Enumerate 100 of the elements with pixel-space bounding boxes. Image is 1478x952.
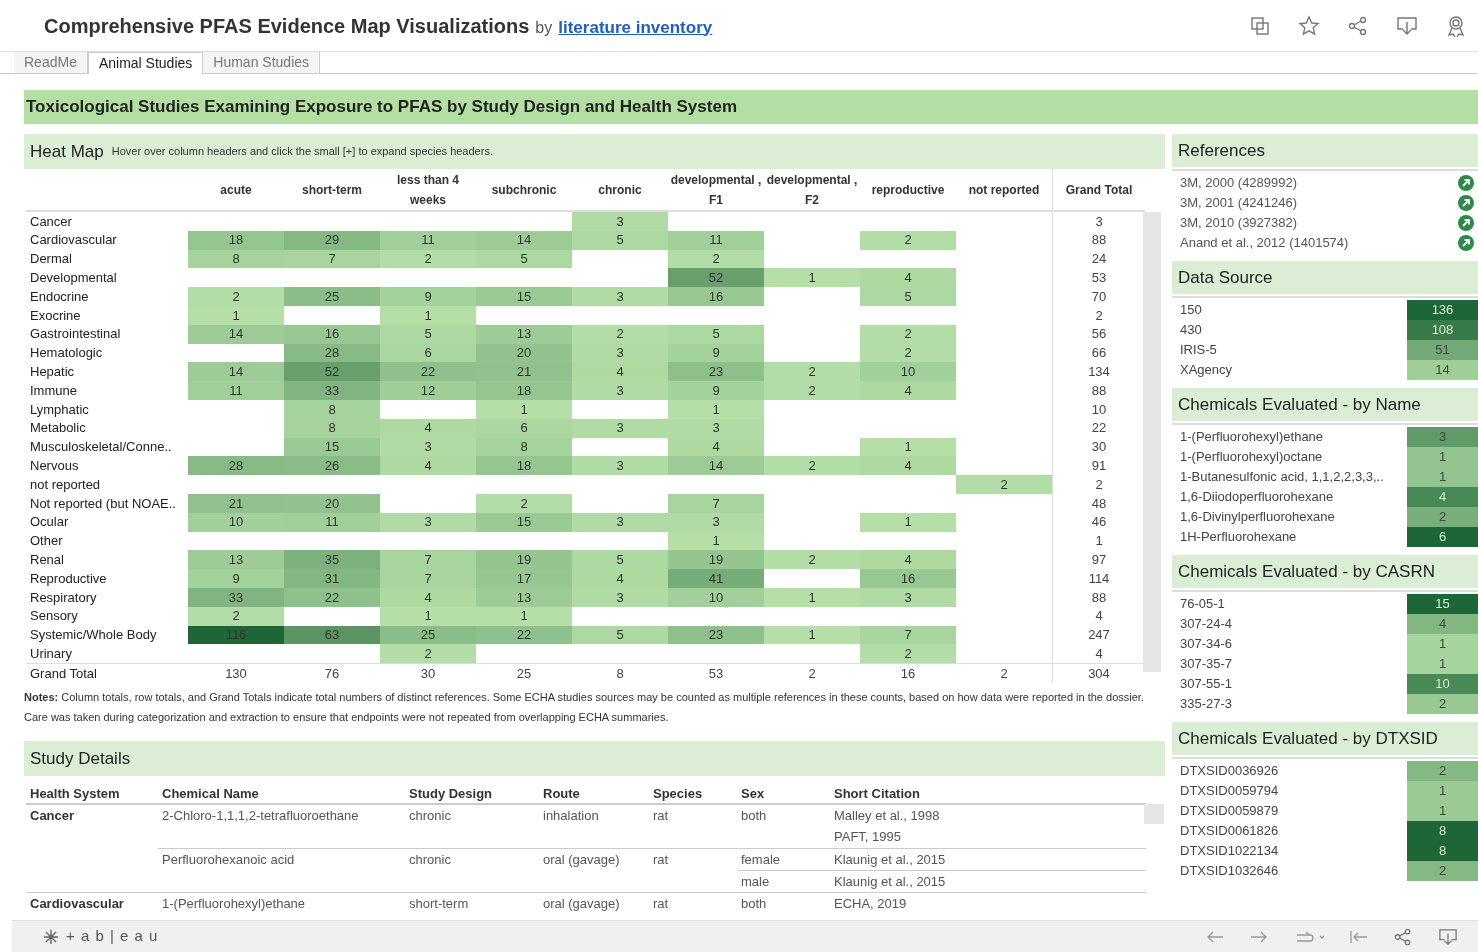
- list-item[interactable]: DTXSID1032646: [1180, 861, 1279, 881]
- list-item[interactable]: 1,6-Divinylperfluorohexane: [1180, 507, 1335, 527]
- star-icon[interactable]: [1298, 14, 1320, 37]
- heat-cell: 1: [860, 512, 956, 532]
- download-icon[interactable]: [1438, 927, 1458, 946]
- share-icon[interactable]: [1348, 15, 1368, 36]
- list-item[interactable]: IRIS-5: [1180, 340, 1217, 360]
- section-title: Study Details: [30, 747, 131, 770]
- heat-cell: 52: [284, 362, 380, 382]
- column-header[interactable]: developmental , F2: [764, 169, 860, 210]
- external-link-icon[interactable]: [1458, 215, 1474, 231]
- reference-link[interactable]: 3M, 2010 (3927382): [1180, 213, 1298, 233]
- undo-icon[interactable]: [1206, 929, 1224, 944]
- table-cell-text: oral (gavage): [543, 850, 620, 869]
- row-label: Other: [29, 532, 64, 551]
- copy-icon[interactable]: [1250, 15, 1270, 36]
- row-label: not reported: [29, 475, 102, 494]
- column-header[interactable]: reproductive: [871, 179, 945, 200]
- heat-cell: 5: [860, 287, 956, 306]
- table-cell-text: ECHA, 2019: [834, 894, 907, 913]
- heat-cell: 2: [956, 475, 1052, 494]
- reference-link[interactable]: 3M, 2000 (4289992): [1180, 173, 1298, 193]
- heat-cell: 4: [380, 456, 476, 476]
- column-header[interactable]: chronic: [598, 179, 642, 200]
- list-item[interactable]: 307-34-6: [1180, 634, 1233, 654]
- row-label: Cardiovascular: [29, 231, 118, 250]
- badge-icon[interactable]: [1446, 14, 1466, 37]
- total-cell: 25: [476, 663, 572, 684]
- heat-cell: 9: [188, 569, 284, 588]
- heat-cell: 2: [764, 362, 860, 382]
- heat-cell: 14: [188, 362, 284, 382]
- tab[interactable]: Animal Studies: [87, 52, 204, 74]
- external-link-icon[interactable]: [1458, 175, 1474, 191]
- value-cell: 1: [1407, 447, 1478, 467]
- column-header[interactable]: subchronic: [491, 179, 557, 200]
- value-cell: 8: [1407, 841, 1478, 861]
- heat-cell: 23: [668, 625, 764, 645]
- column-header[interactable]: developmental , F1: [668, 169, 764, 210]
- tab[interactable]: ReadMe: [14, 52, 88, 73]
- heat-cell: 26: [284, 456, 380, 476]
- heat-cell: 9: [380, 287, 476, 306]
- scrollbar[interactable]: [1143, 212, 1161, 672]
- heat-cell: 22: [380, 362, 476, 382]
- list-item[interactable]: 150: [1180, 300, 1202, 320]
- list-item[interactable]: 335-27-3: [1180, 694, 1233, 714]
- column-header: Route: [543, 784, 580, 803]
- row-label: Urinary: [29, 645, 73, 663]
- list-item[interactable]: 307-24-4: [1180, 614, 1233, 634]
- table-cell-text: Malley et al., 1998: [834, 806, 940, 825]
- section-title: References: [1178, 139, 1265, 162]
- table-cell-text: 2-Chloro-1,1,1,2-tetrafluoroethane: [162, 806, 359, 825]
- heat-cell: 35: [284, 550, 380, 570]
- list-item[interactable]: 1H-Perfluorohexane: [1180, 527, 1297, 547]
- heat-cell: 7: [380, 569, 476, 588]
- author-link[interactable]: literature inventory: [558, 14, 713, 40]
- list-item[interactable]: 1-(Perfluorohexyl)octane: [1180, 447, 1323, 467]
- list-item[interactable]: XAgency: [1180, 360, 1233, 380]
- list-item[interactable]: 1-Butanesulfonic acid, 1,1,2,2,3,3,..: [1180, 467, 1384, 487]
- column-header[interactable]: short-term: [302, 179, 362, 200]
- heat-cell: 13: [476, 324, 572, 344]
- tableau-logo[interactable]: + a b | e a u: [66, 925, 159, 948]
- column-header[interactable]: not reported: [968, 179, 1040, 200]
- list-item[interactable]: DTXSID0059794: [1180, 781, 1279, 801]
- list-item[interactable]: DTXSID0036926: [1180, 761, 1279, 781]
- column-header[interactable]: acute: [220, 179, 252, 200]
- external-link-icon[interactable]: [1458, 235, 1474, 251]
- heat-cell: 2: [380, 644, 476, 664]
- reference-link[interactable]: 3M, 2001 (4241246): [1180, 193, 1298, 213]
- column-header[interactable]: Grand Total: [1065, 179, 1133, 200]
- list-item[interactable]: 307-55-1: [1180, 674, 1233, 694]
- list-item[interactable]: 76-05-1: [1180, 594, 1225, 614]
- row-label: Ocular: [29, 513, 70, 532]
- hint-text: Hover over column headers and click the small [+] to expand species headers.: [111, 144, 493, 160]
- share-icon[interactable]: [1394, 927, 1412, 946]
- tableau-mark-icon: [42, 927, 60, 946]
- list-item[interactable]: DTXSID1022134: [1180, 841, 1279, 861]
- scrollbar[interactable]: [1144, 804, 1164, 825]
- list-item[interactable]: 307-35-7: [1180, 654, 1233, 674]
- list-item[interactable]: 430: [1180, 320, 1202, 340]
- table-cell-text: both: [741, 894, 767, 913]
- list-item[interactable]: DTXSID0061826: [1180, 821, 1279, 841]
- column-header[interactable]: less than 4 weeks: [380, 169, 476, 210]
- redo-icon[interactable]: [1250, 929, 1268, 944]
- revert-icon[interactable]: [1294, 929, 1324, 944]
- reset-icon[interactable]: [1350, 929, 1368, 944]
- list-item[interactable]: 1,6-Diiodoperfluorohexane: [1180, 487, 1334, 507]
- external-link-icon[interactable]: [1458, 195, 1474, 211]
- heat-cell: 2: [764, 456, 860, 476]
- table-cell-text: Klaunig et al., 2015: [834, 872, 946, 891]
- byline-text: by: [535, 17, 553, 38]
- heat-cell: 2: [188, 287, 284, 306]
- list-item[interactable]: 1-(Perfluorohexyl)ethane: [1180, 427, 1324, 447]
- section-title: Chemicals Evaluated - by DTXSID: [1178, 727, 1438, 750]
- value-cell: 10: [1407, 674, 1478, 694]
- value-cell: 2: [1407, 861, 1478, 881]
- download-icon[interactable]: [1396, 15, 1418, 36]
- tab[interactable]: Human Studies: [203, 52, 321, 73]
- table-cell-text: Cancer: [30, 806, 75, 825]
- reference-link[interactable]: Anand et al., 2012 (1401574): [1180, 233, 1349, 253]
- list-item[interactable]: DTXSID0059879: [1180, 801, 1279, 821]
